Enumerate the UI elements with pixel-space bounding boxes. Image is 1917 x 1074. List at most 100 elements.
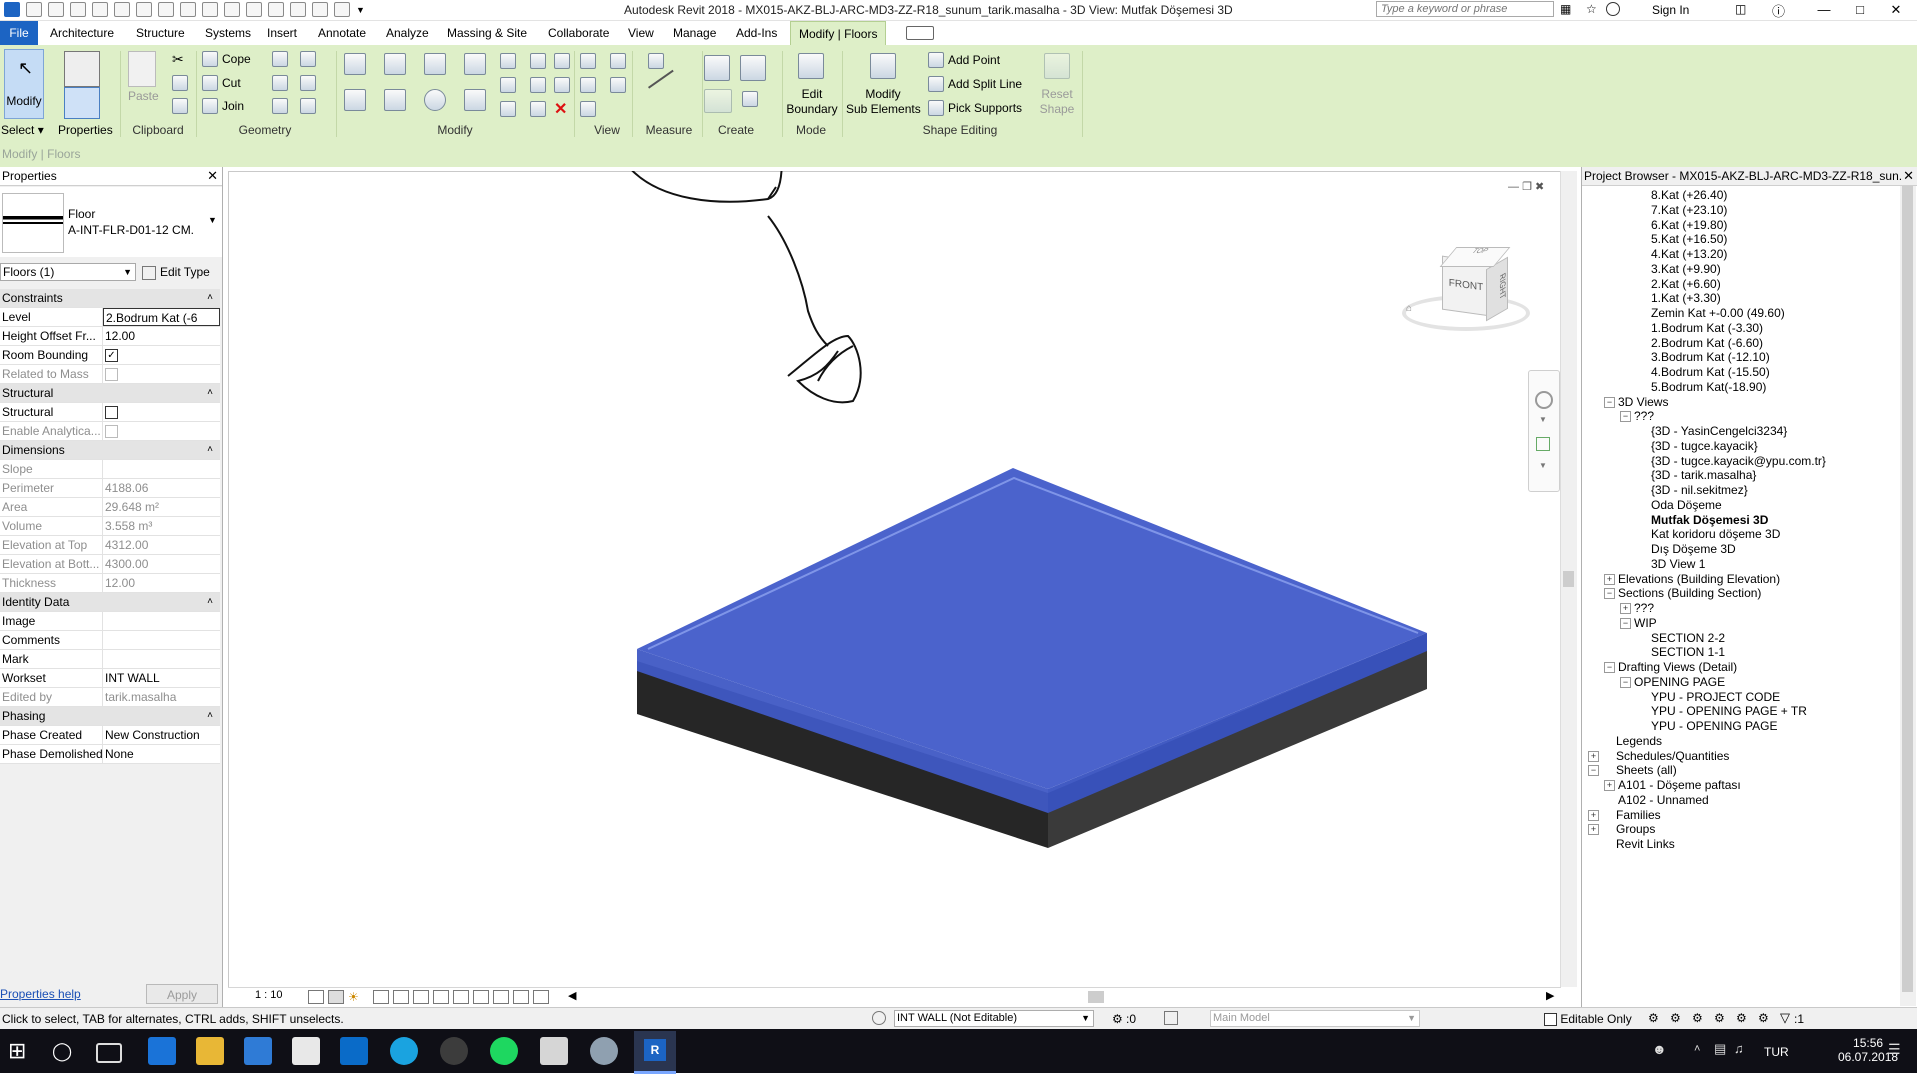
trim-multiple-icon[interactable] bbox=[500, 101, 516, 117]
editable-only-checkbox[interactable] bbox=[1544, 1013, 1557, 1027]
zoom-region-icon[interactable] bbox=[1536, 437, 1550, 451]
property-section-header[interactable]: Phasing ˄ bbox=[0, 707, 220, 726]
hammer-icon[interactable] bbox=[300, 98, 316, 114]
property-value[interactable]: New Construction bbox=[103, 726, 220, 744]
collapse-section-icon[interactable]: ˄ bbox=[202, 289, 218, 307]
select-underlay-icon[interactable]: ⚙ bbox=[1670, 1011, 1681, 1025]
create-similar-icon[interactable] bbox=[742, 91, 758, 107]
collapse-node-icon[interactable]: − bbox=[1620, 411, 1631, 423]
rotate-icon[interactable] bbox=[424, 89, 446, 111]
property-row[interactable]: Slope bbox=[0, 460, 220, 479]
expand-node-icon[interactable]: + bbox=[1604, 780, 1615, 791]
mirror-draw-icon[interactable] bbox=[464, 53, 486, 75]
cut-scissors-icon[interactable]: ✂ bbox=[172, 51, 184, 68]
collapse-section-icon[interactable]: ˄ bbox=[202, 384, 218, 402]
view-scale[interactable]: 1 : 10 bbox=[255, 989, 283, 1001]
type-selector[interactable]: Floor A-INT-FLR-D01-12 CM. ▼ bbox=[0, 187, 222, 257]
property-value[interactable] bbox=[103, 650, 220, 668]
measure-between-icon[interactable] bbox=[648, 53, 664, 69]
properties-label[interactable]: Properties bbox=[58, 123, 113, 137]
browser-scrollbar[interactable] bbox=[1900, 186, 1916, 1006]
add-split-line-icon[interactable] bbox=[928, 76, 944, 92]
sketchup-icon[interactable] bbox=[590, 1037, 618, 1065]
property-checkbox-cell[interactable] bbox=[103, 403, 220, 421]
property-value[interactable]: 2.Bodrum Kat (-6 bbox=[103, 308, 220, 326]
add-split-line-button[interactable]: Add Split Line bbox=[948, 77, 1022, 91]
lock-3d-icon[interactable] bbox=[453, 990, 469, 1004]
instance-filter-select[interactable]: Floors (1) ▼ bbox=[0, 263, 136, 281]
viewcube-home-icon[interactable]: ⌂ bbox=[1406, 303, 1412, 314]
create-parts-icon[interactable] bbox=[704, 89, 732, 113]
property-row[interactable]: Elevation at Bott... 4300.00 bbox=[0, 555, 220, 574]
favorites-star-icon[interactable]: ☆ bbox=[1586, 2, 1597, 16]
editable-only-toggle[interactable]: Editable Only bbox=[1544, 1012, 1632, 1027]
shadows-icon[interactable] bbox=[373, 990, 389, 1004]
add-point-icon[interactable] bbox=[928, 52, 944, 68]
paste-icon[interactable] bbox=[128, 51, 156, 87]
tab-add-ins[interactable]: Add-Ins bbox=[728, 21, 785, 45]
collapse-node-icon[interactable]: − bbox=[1604, 662, 1615, 673]
canvas-vertical-scrollbar[interactable] bbox=[1560, 171, 1577, 987]
split-element-icon[interactable] bbox=[500, 53, 516, 69]
wall-joins-icon[interactable] bbox=[272, 51, 288, 67]
property-row[interactable]: Area 29.648 m² bbox=[0, 498, 220, 517]
tab-insert[interactable]: Insert bbox=[259, 21, 305, 45]
spotify-icon[interactable] bbox=[490, 1037, 518, 1065]
property-section-header[interactable]: Structural ˄ bbox=[0, 384, 220, 403]
search-icon[interactable]: ◯ bbox=[52, 1037, 80, 1065]
input-language[interactable]: TUR bbox=[1764, 1045, 1789, 1059]
background-process-icon[interactable]: ⚙ bbox=[1758, 1011, 1769, 1025]
chevron-down-icon[interactable]: ▼ bbox=[1539, 415, 1547, 424]
horizontal-scrollbar-thumb[interactable] bbox=[1088, 991, 1104, 1003]
active-workset-select[interactable]: INT WALL (Not Editable) ▼ bbox=[894, 1010, 1094, 1027]
select-links-icon[interactable]: ⚙ bbox=[1648, 1011, 1659, 1025]
property-value[interactable]: 12.00 bbox=[103, 327, 220, 345]
properties-help-link[interactable]: Properties help bbox=[0, 987, 81, 1001]
property-row[interactable]: Mark bbox=[0, 650, 220, 669]
select-dropdown[interactable]: Select ▾ bbox=[1, 123, 44, 137]
property-row[interactable]: Comments bbox=[0, 631, 220, 650]
collapse-node-icon[interactable]: − bbox=[1620, 676, 1631, 688]
steering-wheel-icon[interactable] bbox=[1535, 391, 1553, 409]
property-checkbox[interactable] bbox=[105, 406, 118, 420]
property-row[interactable]: Elevation at Top 4312.00 bbox=[0, 536, 220, 555]
scrollbar-thumb[interactable] bbox=[1902, 186, 1913, 992]
dimension-icon[interactable] bbox=[180, 2, 196, 17]
property-section-header[interactable]: Identity Data ˄ bbox=[0, 593, 220, 612]
network-icon[interactable]: ▤ bbox=[1714, 1041, 1726, 1057]
join-icon[interactable] bbox=[202, 98, 218, 114]
maximize-icon[interactable]: □ bbox=[1842, 0, 1878, 19]
temp-view-properties-icon[interactable] bbox=[533, 990, 549, 1004]
drag-elements-icon[interactable]: ⚙ bbox=[1736, 1011, 1747, 1025]
open-icon[interactable] bbox=[26, 2, 42, 17]
delete-icon[interactable]: ✕ bbox=[554, 99, 567, 119]
show-crop-icon[interactable] bbox=[433, 990, 449, 1004]
temp-hide-icon[interactable] bbox=[473, 990, 489, 1004]
property-value[interactable]: INT WALL bbox=[103, 669, 220, 687]
create-assembly-icon[interactable] bbox=[740, 55, 766, 81]
expand-node-icon[interactable]: + bbox=[1588, 809, 1599, 821]
select-pinned-icon[interactable]: ⚙ bbox=[1692, 1011, 1703, 1025]
search-input[interactable] bbox=[1376, 1, 1554, 17]
worksets-icon[interactable] bbox=[872, 1011, 886, 1025]
slack-icon[interactable] bbox=[440, 1037, 468, 1065]
cope-icon[interactable] bbox=[202, 51, 218, 67]
collapse-node-icon[interactable]: − bbox=[1588, 765, 1599, 777]
tab-structure[interactable]: Structure bbox=[128, 21, 193, 45]
modify-sub-elements-icon[interactable] bbox=[870, 53, 896, 79]
property-row[interactable]: Image bbox=[0, 612, 220, 631]
tab-analyze[interactable]: Analyze bbox=[378, 21, 437, 45]
collapse-node-icon[interactable]: − bbox=[1604, 588, 1615, 600]
tag-icon[interactable] bbox=[202, 2, 218, 17]
tab-file[interactable]: File bbox=[0, 21, 38, 45]
split-gap-icon[interactable] bbox=[530, 53, 546, 69]
override-graphics-icon[interactable] bbox=[610, 53, 626, 69]
scrollbar-thumb[interactable] bbox=[1563, 571, 1574, 587]
tab-modify-floors[interactable]: Modify | Floors bbox=[790, 21, 887, 45]
property-checkbox[interactable]: ✓ bbox=[105, 349, 118, 363]
properties-icon[interactable] bbox=[64, 87, 100, 119]
close-hidden-icon[interactable] bbox=[312, 2, 328, 17]
save-icon[interactable] bbox=[48, 2, 64, 17]
worksharing-display-icon[interactable] bbox=[513, 990, 529, 1004]
property-row[interactable]: Enable Analytica... bbox=[0, 422, 220, 441]
